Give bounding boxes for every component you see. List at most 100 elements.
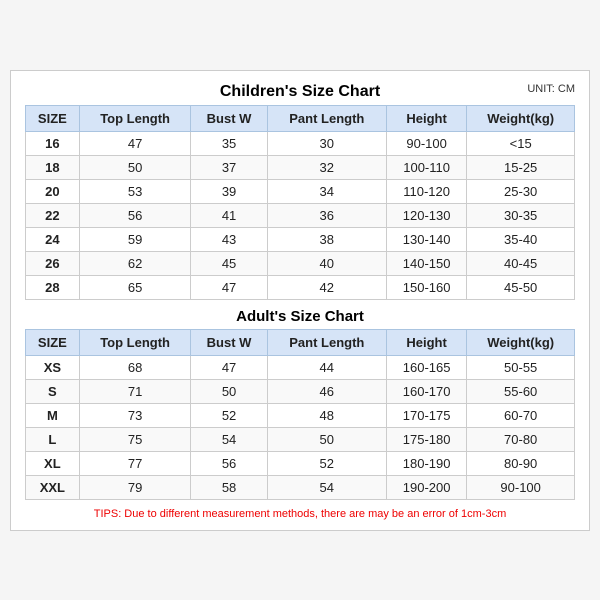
table-cell: 68 <box>79 355 191 379</box>
table-cell: 56 <box>191 451 267 475</box>
children-header-cell: Bust W <box>191 105 267 131</box>
children-header-cell: SIZE <box>26 105 80 131</box>
adult-header-row: SIZETop LengthBust WPant LengthHeightWei… <box>26 329 575 355</box>
table-row: 18503732100-11015-25 <box>26 155 575 179</box>
table-cell: 30 <box>267 131 386 155</box>
table-cell: 43 <box>191 227 267 251</box>
table-cell: 58 <box>191 475 267 499</box>
table-cell: 54 <box>191 427 267 451</box>
table-cell: 73 <box>79 403 191 427</box>
table-row: 28654742150-16045-50 <box>26 275 575 299</box>
tips-text: TIPS: Due to different measurement metho… <box>25 508 575 520</box>
table-row: S715046160-17055-60 <box>26 379 575 403</box>
table-cell: 16 <box>26 131 80 155</box>
adult-header-cell: Pant Length <box>267 329 386 355</box>
table-cell: 60-70 <box>467 403 575 427</box>
table-cell: 20 <box>26 179 80 203</box>
table-cell: 48 <box>267 403 386 427</box>
table-row: 22564136120-13030-35 <box>26 203 575 227</box>
table-cell: 22 <box>26 203 80 227</box>
table-row: L755450175-18070-80 <box>26 427 575 451</box>
table-row: 26624540140-15040-45 <box>26 251 575 275</box>
table-cell: 39 <box>191 179 267 203</box>
table-cell: L <box>26 427 80 451</box>
table-cell: 40 <box>267 251 386 275</box>
table-row: 1647353090-100<15 <box>26 131 575 155</box>
table-cell: 47 <box>79 131 191 155</box>
table-cell: 30-35 <box>467 203 575 227</box>
table-cell: 71 <box>79 379 191 403</box>
children-header-cell: Weight(kg) <box>467 105 575 131</box>
table-cell: 46 <box>267 379 386 403</box>
adult-header-cell: SIZE <box>26 329 80 355</box>
table-cell: 25-30 <box>467 179 575 203</box>
chart-container: Children's Size Chart UNIT: CM SIZETop L… <box>10 70 590 531</box>
table-cell: 35-40 <box>467 227 575 251</box>
table-cell: 110-120 <box>386 179 466 203</box>
table-cell: 160-165 <box>386 355 466 379</box>
table-cell: 190-200 <box>386 475 466 499</box>
children-header-cell: Top Length <box>79 105 191 131</box>
adult-chart-title: Adult's Size Chart <box>25 300 575 329</box>
table-row: XL775652180-19080-90 <box>26 451 575 475</box>
table-cell: 41 <box>191 203 267 227</box>
table-cell: 45-50 <box>467 275 575 299</box>
adult-header-cell: Weight(kg) <box>467 329 575 355</box>
table-cell: 24 <box>26 227 80 251</box>
table-cell: 90-100 <box>467 475 575 499</box>
table-cell: 90-100 <box>386 131 466 155</box>
children-chart-title: Children's Size Chart UNIT: CM <box>25 83 575 101</box>
table-cell: 53 <box>79 179 191 203</box>
table-cell: XL <box>26 451 80 475</box>
table-cell: 15-25 <box>467 155 575 179</box>
table-cell: 35 <box>191 131 267 155</box>
table-cell: 59 <box>79 227 191 251</box>
table-cell: 120-130 <box>386 203 466 227</box>
table-cell: S <box>26 379 80 403</box>
table-cell: XXL <box>26 475 80 499</box>
table-cell: 42 <box>267 275 386 299</box>
table-cell: 130-140 <box>386 227 466 251</box>
table-cell: 65 <box>79 275 191 299</box>
table-cell: 38 <box>267 227 386 251</box>
table-cell: 36 <box>267 203 386 227</box>
table-cell: 54 <box>267 475 386 499</box>
table-cell: 150-160 <box>386 275 466 299</box>
table-cell: 77 <box>79 451 191 475</box>
table-cell: 50-55 <box>467 355 575 379</box>
table-cell: 50 <box>191 379 267 403</box>
table-cell: 75 <box>79 427 191 451</box>
table-cell: 47 <box>191 275 267 299</box>
table-cell: 44 <box>267 355 386 379</box>
table-cell: 56 <box>79 203 191 227</box>
table-cell: M <box>26 403 80 427</box>
table-cell: 37 <box>191 155 267 179</box>
adult-header-cell: Top Length <box>79 329 191 355</box>
unit-label: UNIT: CM <box>527 83 575 95</box>
children-header-cell: Height <box>386 105 466 131</box>
children-header-row: SIZETop LengthBust WPant LengthHeightWei… <box>26 105 575 131</box>
table-cell: 47 <box>191 355 267 379</box>
adult-header-cell: Bust W <box>191 329 267 355</box>
table-cell: 170-175 <box>386 403 466 427</box>
table-cell: XS <box>26 355 80 379</box>
children-title-text: Children's Size Chart <box>220 83 380 100</box>
table-cell: <15 <box>467 131 575 155</box>
table-cell: 62 <box>79 251 191 275</box>
table-cell: 50 <box>79 155 191 179</box>
adult-header-cell: Height <box>386 329 466 355</box>
table-cell: 32 <box>267 155 386 179</box>
table-cell: 79 <box>79 475 191 499</box>
table-cell: 45 <box>191 251 267 275</box>
table-row: M735248170-17560-70 <box>26 403 575 427</box>
table-row: 24594338130-14035-40 <box>26 227 575 251</box>
table-cell: 50 <box>267 427 386 451</box>
table-cell: 55-60 <box>467 379 575 403</box>
table-cell: 175-180 <box>386 427 466 451</box>
table-cell: 18 <box>26 155 80 179</box>
children-size-table: SIZETop LengthBust WPant LengthHeightWei… <box>25 105 575 300</box>
table-cell: 160-170 <box>386 379 466 403</box>
table-cell: 180-190 <box>386 451 466 475</box>
table-cell: 80-90 <box>467 451 575 475</box>
table-row: XXL795854190-20090-100 <box>26 475 575 499</box>
